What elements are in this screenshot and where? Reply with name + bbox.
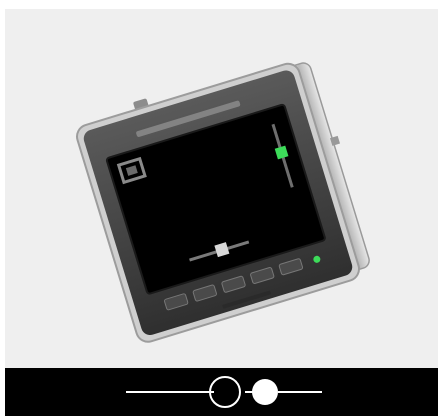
slider-line-right <box>278 391 322 393</box>
compare-handle-outline[interactable] <box>209 376 241 408</box>
slider-line-left <box>126 391 214 393</box>
device-group <box>76 62 370 343</box>
image-compare-bar <box>5 368 438 416</box>
digital-back-image <box>76 62 370 343</box>
product-photo <box>5 9 438 368</box>
compare-handle-filled[interactable] <box>252 379 278 405</box>
